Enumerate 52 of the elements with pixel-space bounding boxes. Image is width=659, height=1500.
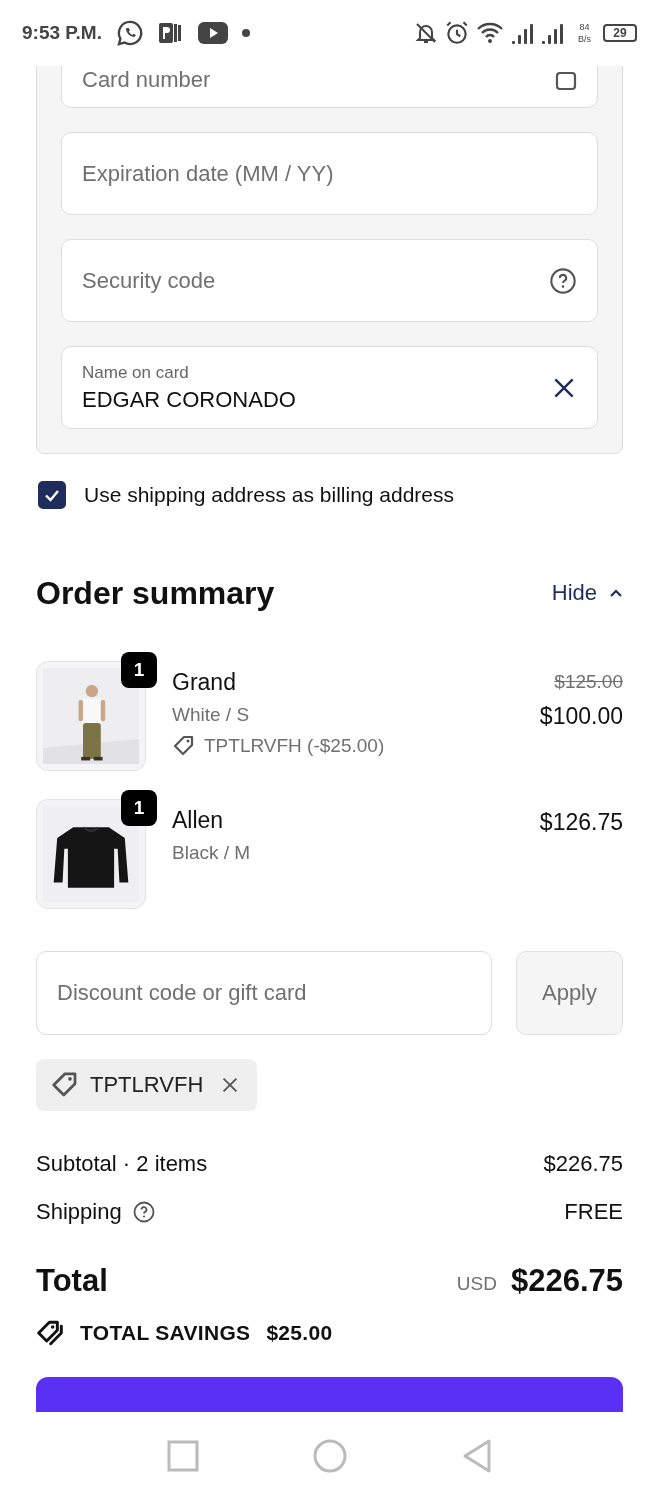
apply-button[interactable]: Apply (516, 951, 623, 1035)
name-field[interactable]: Name on card EDGAR CORONADO (61, 346, 598, 429)
line-label: Subtotal · 2 items (36, 1151, 208, 1177)
line-label: Shipping (36, 1199, 122, 1225)
discount-label: TPTLRVFH (-$25.00) (204, 735, 385, 757)
help-icon[interactable] (131, 1200, 156, 1224)
video-app-icon (197, 22, 228, 44)
product-name: Allen (172, 807, 225, 834)
total-label: Total (36, 1263, 108, 1299)
quantity-badge: 1 (121, 790, 157, 826)
text-input[interactable]: Expiration date (MM / YY) (82, 160, 577, 187)
discount-field[interactable]: Discount code or gift card (36, 951, 492, 1035)
name-input[interactable]: EDGAR CORONADO (82, 386, 541, 413)
text-input[interactable]: Card number (82, 67, 545, 93)
total-amount: $226.75 (510, 1263, 623, 1299)
checkbox-label: Use shipping address as billing address (84, 483, 455, 507)
original-price: $125.00 (554, 671, 623, 693)
product-variant: Black / M (172, 842, 252, 864)
product-name: Grand (172, 669, 237, 696)
battery-level: 29 (613, 26, 627, 40)
product-price: $100.00 (539, 703, 623, 730)
product-variant: White / S (172, 704, 251, 726)
product-price: $126.75 (539, 809, 623, 836)
signal-icon (510, 21, 566, 45)
checkbox[interactable] (38, 481, 66, 509)
quantity-badge: 1 (121, 652, 157, 688)
currency-code: USD (456, 1273, 497, 1295)
field-label: Name on card (82, 362, 190, 383)
line-value: FREE (564, 1199, 623, 1225)
input-field[interactable]: Expiration date (MM / YY) (61, 132, 598, 215)
savings-amount: $25.00 (266, 1321, 333, 1345)
savings-label: TOTAL SAVINGS (80, 1321, 251, 1345)
alarm-icon (444, 20, 470, 46)
wifi-icon (476, 21, 504, 45)
chevron-up-icon (609, 588, 623, 598)
network-speed: 84 (579, 21, 590, 33)
text-input[interactable]: Security code (82, 267, 539, 294)
muted-bell-icon (414, 21, 438, 45)
discount-code: TPTLRVFH (90, 1072, 204, 1098)
section-title: Order summary (36, 574, 275, 612)
input-field[interactable]: Security code (61, 239, 598, 322)
network-speed-unit: B/s (578, 33, 591, 45)
line-value: $226.75 (543, 1151, 623, 1177)
chat-app-icon (115, 19, 144, 47)
input-field[interactable]: Card number (61, 66, 598, 108)
status-time: 9:53 P.M. (22, 22, 102, 44)
document-app-icon (157, 21, 184, 45)
help-icon (549, 266, 577, 295)
tag-icon (172, 734, 196, 758)
hide-toggle[interactable]: Hide (551, 580, 623, 606)
dot-icon (241, 29, 250, 37)
card-icon (555, 71, 577, 93)
